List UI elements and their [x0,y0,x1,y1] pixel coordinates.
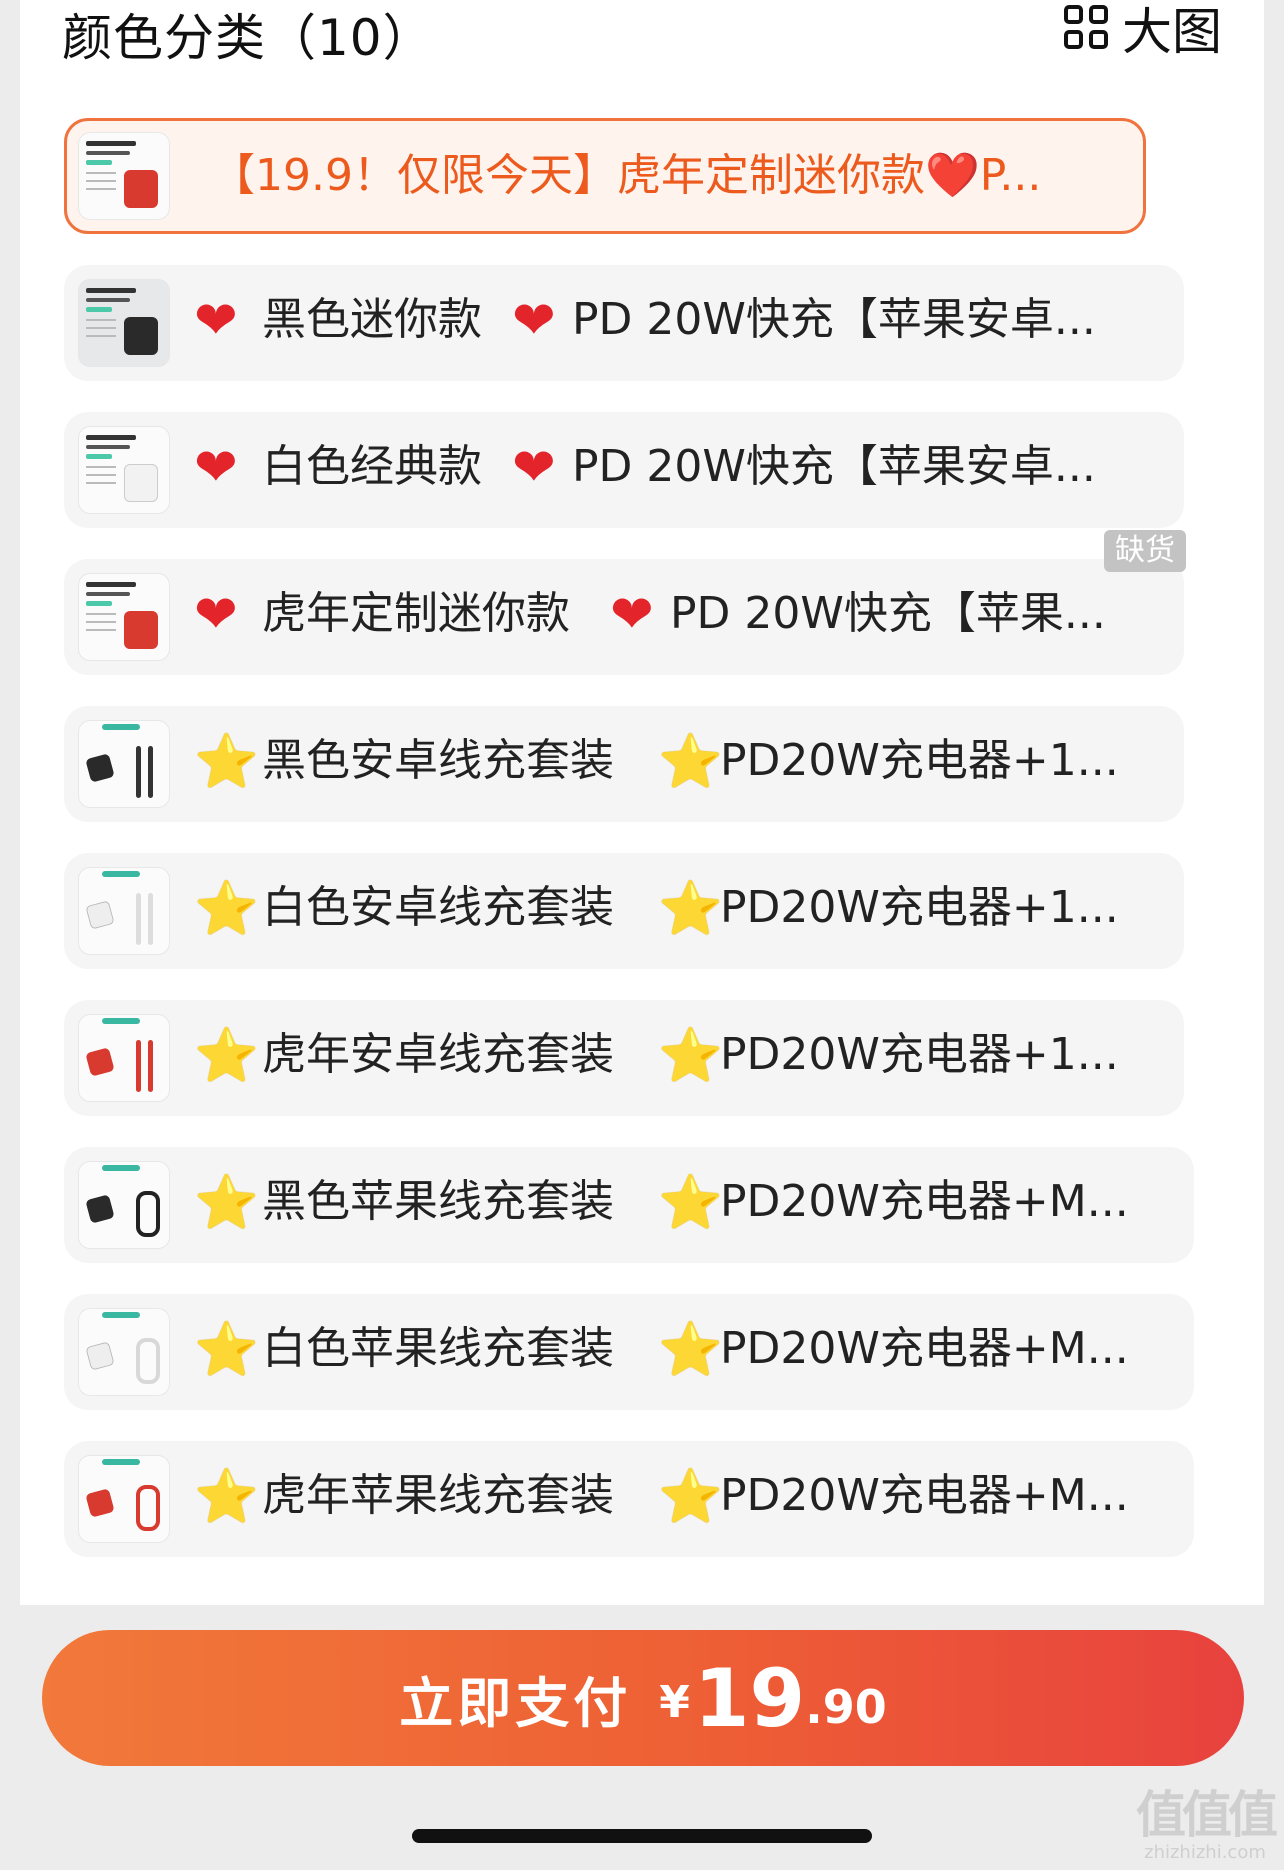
option-label: 白色经典款 [262,441,482,492]
option-label: 白色苹果线充套装 [262,1323,614,1374]
heart-icon: ❤ [610,585,654,645]
star-icon: ⭐ [658,1467,723,1527]
option-label: 黑色苹果线充套装 [262,1176,614,1227]
product-thumbnail [78,426,170,514]
price-decimal: .90 [805,1680,887,1734]
product-thumbnail [78,720,170,808]
option-label: 黑色迷你款 [262,294,482,345]
option-label-detail: PD20W充电器+M... [720,1470,1129,1521]
color-option[interactable]: ⭐ 虎年安卓线充套装 ⭐ PD20W充电器+1... [64,1000,1184,1116]
option-label: 虎年定制迷你款 [262,588,570,639]
option-label-detail: PD20W充电器+1... [720,882,1119,933]
star-icon: ⭐ [658,1173,723,1233]
star-icon: ⭐ [658,1320,723,1380]
out-of-stock-badge: 缺货 [1104,530,1186,572]
color-option[interactable]: ⭐ 白色苹果线充套装 ⭐ PD20W充电器+M... [64,1294,1194,1410]
currency-symbol: ¥ [659,1676,690,1728]
option-label-detail: PD 20W快充【苹果... [670,588,1106,639]
color-option[interactable]: ⭐ 黑色苹果线充套装 ⭐ PD20W充电器+M... [64,1147,1194,1263]
home-indicator[interactable] [412,1829,872,1843]
star-icon: ⭐ [194,1467,259,1527]
product-thumbnail [78,279,170,367]
option-label: 虎年苹果线充套装 [262,1470,614,1521]
color-option[interactable]: ❤ 黑色迷你款 ❤ PD 20W快充【苹果安卓... [64,265,1184,381]
star-icon: ⭐ [194,1173,259,1233]
option-label: 白色安卓线充套装 [262,882,614,933]
option-label-detail: PD 20W快充【苹果安卓... [572,294,1096,345]
color-option[interactable]: ⭐ 虎年苹果线充套装 ⭐ PD20W充电器+M... [64,1441,1194,1557]
product-thumbnail [78,573,170,661]
option-label: 【19.9！仅限今天】虎年定制迷你款❤️P... [211,150,1042,201]
option-label-detail: PD20W充电器+M... [720,1323,1129,1374]
color-option[interactable]: ❤ 虎年定制迷你款 ❤ PD 20W快充【苹果... [64,559,1184,675]
color-option[interactable]: ⭐ 黑色安卓线充套装 ⭐ PD20W充电器+1... [64,706,1184,822]
price-integer: 19 [693,1651,806,1745]
option-label-detail: PD 20W快充【苹果安卓... [572,441,1096,492]
color-option[interactable]: ⭐ 白色安卓线充套装 ⭐ PD20W充电器+1... [64,853,1184,969]
star-icon: ⭐ [658,1026,723,1086]
star-icon: ⭐ [194,879,259,939]
heart-icon: ❤ [194,585,238,645]
heart-icon: ❤ [512,438,556,498]
product-thumbnail [78,132,170,220]
product-thumbnail [78,1161,170,1249]
option-label-detail: PD20W充电器+1... [720,735,1119,786]
pay-now-button[interactable]: 立即支付 ¥ 19 .90 [42,1630,1244,1766]
heart-icon: ❤ [194,291,238,351]
star-icon: ⭐ [194,732,259,792]
option-label-detail: PD20W充电器+1... [720,1029,1119,1080]
product-thumbnail [78,1455,170,1543]
watermark-logo: 值值值 [1136,1786,1278,1844]
product-thumbnail [78,1308,170,1396]
star-icon: ⭐ [658,879,723,939]
color-option[interactable]: 【19.9！仅限今天】虎年定制迷你款❤️P... [64,118,1146,234]
star-icon: ⭐ [194,1320,259,1380]
site-watermark: 值值值 zhizhizhi.com [1130,1788,1280,1868]
option-label: 黑色安卓线充套装 [262,735,614,786]
heart-icon: ❤ [512,291,556,351]
star-icon: ⭐ [658,732,723,792]
color-option[interactable]: ❤ 白色经典款 ❤ PD 20W快充【苹果安卓... [64,412,1184,528]
star-icon: ⭐ [194,1026,259,1086]
option-label-detail: PD20W充电器+M... [720,1176,1129,1227]
heart-icon: ❤ [194,438,238,498]
product-thumbnail [78,867,170,955]
product-thumbnail [78,1014,170,1102]
option-label: 虎年安卓线充套装 [262,1029,614,1080]
color-option-list: 【19.9！仅限今天】虎年定制迷你款❤️P... ❤ 黑色迷你款 ❤ PD 20… [0,0,1284,1600]
watermark-url: zhizhizhi.com [1144,1842,1266,1863]
pay-label: 立即支付 [399,1671,632,1735]
